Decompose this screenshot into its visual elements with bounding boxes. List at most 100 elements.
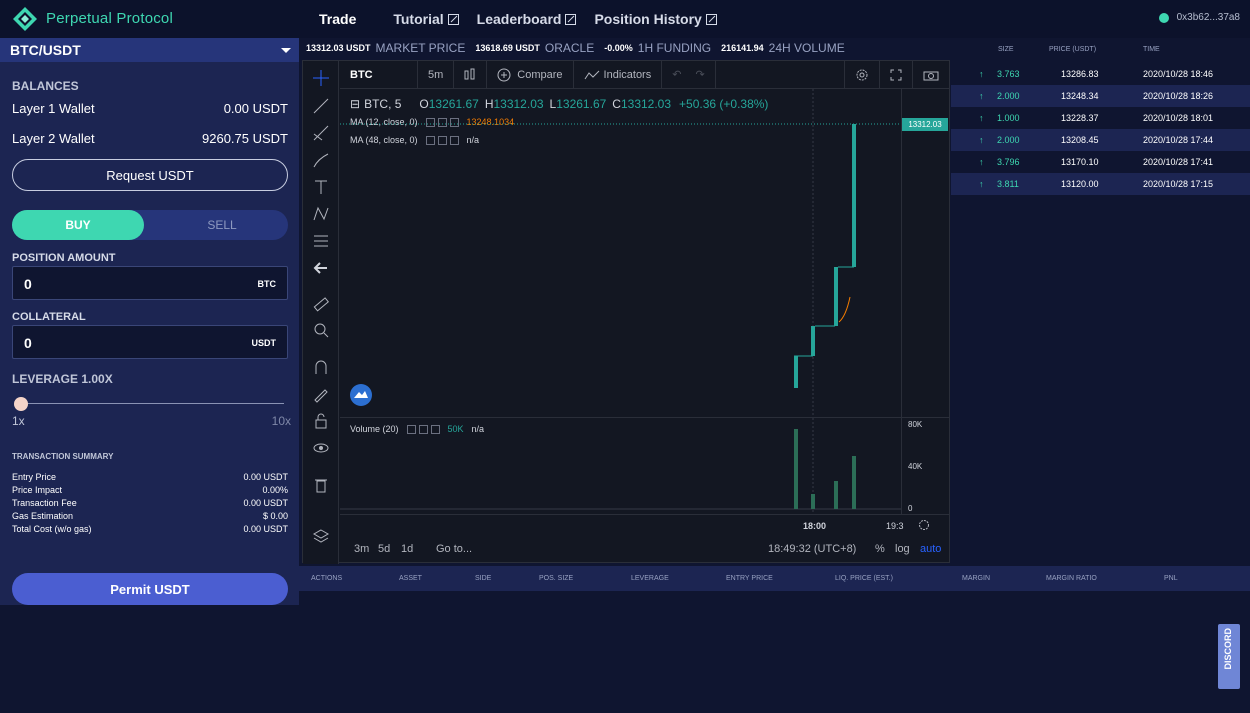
trade-size: 1.000 xyxy=(997,113,1020,123)
buy-button[interactable]: BUY xyxy=(12,210,144,240)
top-navbar: Perpetual Protocol Trade Tutorial Leader… xyxy=(0,0,1250,38)
fullscreen-icon xyxy=(890,69,902,80)
summary-label: Price Impact xyxy=(12,485,63,495)
layers-icon[interactable] xyxy=(312,527,330,545)
balances-title: BALANCES xyxy=(12,79,79,93)
trade-price: 13248.34 xyxy=(1061,91,1099,101)
range-3m[interactable]: 3m xyxy=(354,543,369,555)
leverage-slider-track[interactable] xyxy=(20,403,284,404)
time-axis[interactable]: 18:00 19:3 xyxy=(340,514,949,536)
nav-trade[interactable]: Trade xyxy=(300,11,375,27)
undo-redo[interactable]: ↶ ↷ xyxy=(662,60,716,89)
fullscreen-button[interactable] xyxy=(880,60,913,89)
leverage-min-label: 1x xyxy=(12,414,25,428)
volume-value: 216141.94 xyxy=(721,43,764,53)
interval-button[interactable]: 5m xyxy=(418,60,455,89)
column-header-side: SIDE xyxy=(475,575,492,582)
sell-button[interactable]: SELL xyxy=(156,210,288,240)
trash-icon[interactable] xyxy=(312,476,330,494)
goto-button[interactable]: Go to... xyxy=(436,543,472,555)
undo-icon[interactable]: ↶ xyxy=(672,68,681,81)
text-tool-icon[interactable] xyxy=(312,178,330,196)
eye-icon[interactable] xyxy=(312,439,330,457)
back-arrow-icon[interactable] xyxy=(312,259,330,277)
layer2-label: Layer 2 Wallet xyxy=(12,131,95,146)
tradingview-logo-icon[interactable] xyxy=(349,383,373,407)
compare-button[interactable]: Compare xyxy=(487,60,574,89)
column-header-actions: ACTIONS xyxy=(311,575,343,582)
column-header-time: TIME xyxy=(1143,46,1160,53)
summary-label: Entry Price xyxy=(12,472,57,482)
volume-axis[interactable]: 80K 40K 0 xyxy=(901,418,949,515)
trend-line-icon[interactable] xyxy=(312,97,330,115)
perpetual-logo-icon[interactable] xyxy=(12,6,38,32)
layer1-value: 0.00 USDT xyxy=(223,101,288,116)
summary-label: Total Cost (w/o gas) xyxy=(12,524,92,534)
collateral-input[interactable]: 0 USDT xyxy=(12,325,288,359)
layer1-label: Layer 1 Wallet xyxy=(12,101,95,116)
gear-icon xyxy=(856,69,868,80)
candle-plot[interactable] xyxy=(340,89,901,416)
wallet-status[interactable]: 0x3b62...37a8 xyxy=(1158,12,1240,23)
side-toggle: BUY SELL xyxy=(12,210,288,240)
external-link-icon xyxy=(705,13,717,25)
clock[interactable]: 18:49:32 (UTC+8) xyxy=(768,543,856,555)
leverage-slider-handle[interactable] xyxy=(14,397,28,411)
candle xyxy=(834,267,838,326)
nav-leaderboard[interactable]: Leaderboard xyxy=(477,11,577,27)
discord-button[interactable]: DISCORD xyxy=(1218,624,1240,689)
column-header-margin: MARGIN xyxy=(962,575,990,582)
range-5d[interactable]: 5d xyxy=(378,543,390,555)
snapshot-button[interactable] xyxy=(913,61,949,89)
candles-icon xyxy=(464,68,475,79)
summary-value: 0.00 USDT xyxy=(243,472,288,482)
leverage-max-label: 10x xyxy=(271,414,291,428)
auto-toggle[interactable]: auto xyxy=(920,543,941,555)
time-tick: 18:00 xyxy=(803,521,827,531)
trade-panel: BTC/USDT BALANCES Layer 1 Wallet 0.00 US… xyxy=(0,38,299,605)
pattern-tool-icon[interactable] xyxy=(312,205,330,223)
position-amount-input[interactable]: 0 BTC xyxy=(12,266,288,300)
brand-name[interactable]: Perpetual Protocol xyxy=(46,10,173,27)
stay-drawing-icon[interactable] xyxy=(312,385,330,403)
interval-label: 5m xyxy=(428,68,444,81)
position-amount-unit: BTC xyxy=(257,279,277,289)
volume-bar xyxy=(852,456,856,509)
market-price-value: 13312.03 USDT xyxy=(306,43,371,53)
brush-icon[interactable] xyxy=(312,151,330,169)
nav-tutorial[interactable]: Tutorial xyxy=(393,11,459,27)
trade-price: 13170.10 xyxy=(1061,157,1099,167)
volume-pane[interactable]: Volume (20) 50K n/a 80K 40K 0 xyxy=(340,417,949,515)
range-1d[interactable]: 1d xyxy=(401,543,413,555)
zoom-in-icon[interactable] xyxy=(312,321,330,339)
chart-type-button[interactable] xyxy=(454,60,488,89)
wallet-address: 0x3b62...37a8 xyxy=(1176,12,1240,23)
price-chart[interactable]: BTC 5m Compare Indicators ↶ ↷ ⊟ BTC, 5 O1… xyxy=(302,60,950,564)
price-axis[interactable] xyxy=(901,89,949,419)
percent-toggle[interactable]: % xyxy=(875,543,885,555)
symbol-search[interactable]: BTC xyxy=(340,60,418,89)
ruler-icon[interactable] xyxy=(312,295,330,313)
fib-tool-icon[interactable] xyxy=(312,124,330,142)
redo-icon[interactable]: ↷ xyxy=(695,68,704,81)
indicators-button[interactable]: Indicators xyxy=(574,60,663,89)
summary-value: 0.00% xyxy=(262,485,288,495)
request-usdt-button[interactable]: Request USDT xyxy=(12,159,288,191)
layer2-wallet-row: Layer 2 Wallet 9260.75 USDT xyxy=(12,131,288,146)
settings-gear-icon[interactable] xyxy=(918,519,930,531)
lock-icon[interactable] xyxy=(312,412,330,430)
settings-button[interactable] xyxy=(844,60,880,89)
nav-position-history[interactable]: Position History xyxy=(594,11,717,27)
position-amount-title: POSITION AMOUNT xyxy=(12,252,116,264)
trade-row: ↑ 3.763 13286.83 2020/10/28 18:46 xyxy=(951,63,1250,85)
prediction-tool-icon[interactable] xyxy=(312,232,330,250)
log-toggle[interactable]: log xyxy=(895,543,910,555)
connected-dot-icon xyxy=(1158,12,1169,23)
summary-value: 0.00 USDT xyxy=(243,524,288,534)
magnet-icon[interactable] xyxy=(312,358,330,376)
crosshair-icon[interactable] xyxy=(312,69,330,87)
pair-selector[interactable]: BTC/USDT xyxy=(0,38,299,62)
trade-size: 3.811 xyxy=(997,179,1019,189)
permit-usdt-button[interactable]: Permit USDT xyxy=(12,573,288,605)
summary-label: Transaction Fee xyxy=(12,498,77,508)
